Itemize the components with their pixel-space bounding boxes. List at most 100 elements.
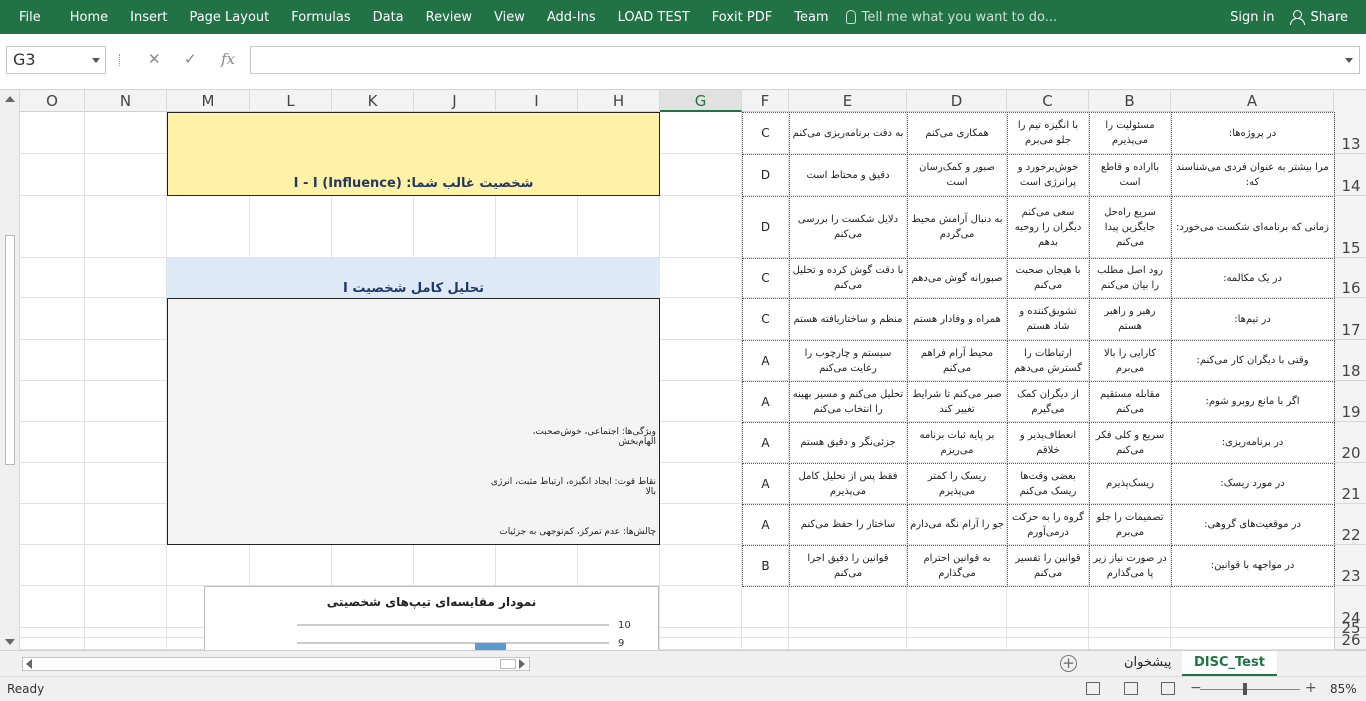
cell-b-16[interactable]: رود اصل مطلب را بیان می‌کنم <box>1089 258 1171 298</box>
tab-review[interactable]: Review <box>415 10 483 25</box>
cell-c-22[interactable]: گروه را به حرکت درمی‌آورم <box>1007 504 1089 545</box>
column-header-d[interactable]: D <box>907 90 1007 112</box>
tab-team[interactable]: Team <box>783 10 839 25</box>
cell-c-21[interactable]: بعضی وقت‌ها ریسک می‌کنم <box>1007 463 1089 504</box>
normal-view-icon[interactable] <box>1086 682 1100 695</box>
zoom-slider-knob[interactable] <box>1243 683 1247 695</box>
scroll-up-icon[interactable] <box>5 96 15 102</box>
page-break-view-icon[interactable] <box>1161 682 1175 695</box>
cell-f-15[interactable]: D <box>742 196 789 258</box>
row-header-14[interactable]: 14 <box>1335 154 1366 196</box>
cell-c-16[interactable]: با هیجان صحبت می‌کنم <box>1007 258 1089 298</box>
row-header-16[interactable]: 16 <box>1335 258 1366 298</box>
cell-e-16[interactable]: با دقت گوش کرده و تحلیل می‌کنم <box>789 258 907 298</box>
row-header-19[interactable]: 19 <box>1335 381 1366 422</box>
scroll-left-icon[interactable] <box>26 659 32 669</box>
cell-a-17[interactable]: در تیم‌ها: <box>1171 298 1334 340</box>
cell-b-13[interactable]: مسئولیت را می‌پذیرم <box>1089 112 1171 154</box>
cell-e-14[interactable]: دقیق و محتاط است <box>789 154 907 196</box>
cell-a-15[interactable]: زمانی که برنامه‌ای شکست می‌خورد: <box>1171 196 1334 258</box>
cell-a-18[interactable]: وقتی با دیگران کار می‌کنم: <box>1171 340 1334 381</box>
cell-d-21[interactable]: ریسک را کمتر می‌پذیرم <box>907 463 1007 504</box>
tab-view[interactable]: View <box>483 10 536 25</box>
sign-in-link[interactable]: Sign in <box>1220 10 1284 25</box>
cell-d-16[interactable]: صبورانه گوش می‌دهم <box>907 258 1007 298</box>
row-header-18[interactable]: 18 <box>1335 340 1366 381</box>
cell-a-23[interactable]: در مواجهه با قوانین: <box>1171 545 1334 586</box>
zoom-in-icon[interactable]: + <box>1305 680 1317 696</box>
cell-f-22[interactable]: A <box>742 504 789 545</box>
cell-a-19[interactable]: اگر با مانع روبرو شوم: <box>1171 381 1334 422</box>
cell-e-21[interactable]: فقط پس از تحلیل کامل می‌پذیرم <box>789 463 907 504</box>
column-header-n[interactable]: N <box>85 90 167 112</box>
scroll-right-icon[interactable] <box>519 659 525 669</box>
tab-file[interactable]: File <box>0 10 59 25</box>
column-header-j[interactable]: J <box>414 90 496 112</box>
cell-f-18[interactable]: A <box>742 340 789 381</box>
tab-load-test[interactable]: LOAD TEST <box>607 10 701 25</box>
row-header-20[interactable]: 20 <box>1335 422 1366 463</box>
tell-me-search[interactable]: Tell me what you want to do... <box>845 10 1057 25</box>
column-header-l[interactable]: L <box>250 90 332 112</box>
zoom-out-icon[interactable]: − <box>1190 680 1202 696</box>
column-header-m[interactable]: M <box>167 90 250 112</box>
cell-b-14[interactable]: بااراده و قاطع است <box>1089 154 1171 196</box>
cell-f-14[interactable]: D <box>742 154 789 196</box>
cell-b-22[interactable]: تصمیمات را جلو می‌برم <box>1089 504 1171 545</box>
column-header-b[interactable]: B <box>1089 90 1171 112</box>
expand-formula-icon[interactable] <box>1345 58 1353 63</box>
tab-home[interactable]: Home <box>59 10 119 25</box>
select-all-corner[interactable] <box>1334 90 1366 112</box>
cell-f-21[interactable]: A <box>742 463 789 504</box>
cell-d-14[interactable]: صبور و کمک‌رسان است <box>907 154 1007 196</box>
cell-d-18[interactable]: محیط آرام فراهم می‌کنم <box>907 340 1007 381</box>
cell-d-13[interactable]: همکاری می‌کنم <box>907 112 1007 154</box>
column-header-a[interactable]: A <box>1171 90 1334 112</box>
tab-formulas[interactable]: Formulas <box>280 10 361 25</box>
column-header-k[interactable]: K <box>332 90 414 112</box>
cell-f-23[interactable]: B <box>742 545 789 586</box>
cancel-icon[interactable]: ✕ <box>148 50 161 68</box>
sheet-tab-disc-test[interactable]: DISC_Test <box>1182 651 1277 676</box>
row-header-17[interactable]: 17 <box>1335 298 1366 340</box>
cell-e-19[interactable]: تحلیل می‌کنم و مسیر بهینه را انتخاب می‌ک… <box>789 381 907 422</box>
tab-insert[interactable]: Insert <box>119 10 178 25</box>
cell-a-21[interactable]: در مورد ریسک: <box>1171 463 1334 504</box>
cell-f-19[interactable]: A <box>742 381 789 422</box>
tab-add-ins[interactable]: Add-Ins <box>536 10 607 25</box>
tab-page-layout[interactable]: Page Layout <box>178 10 280 25</box>
cell-c-20[interactable]: انعطاف‌پذیر و خلاقم <box>1007 422 1089 463</box>
worksheet-grid[interactable]: ONMLKJIHGFEDCBA شخصیت غالب شما: (Influen… <box>0 90 1366 650</box>
cell-c-17[interactable]: تشویق‌کننده و شاد هستم <box>1007 298 1089 340</box>
cell-c-23[interactable]: قوانین را تفسیر می‌کنم <box>1007 545 1089 586</box>
row-header-22[interactable]: 22 <box>1335 504 1366 545</box>
zoom-level[interactable]: 85% <box>1330 682 1357 696</box>
cell-e-13[interactable]: به دقت برنامه‌ریزی می‌کنم <box>789 112 907 154</box>
new-sheet-button[interactable]: + <box>1060 655 1077 672</box>
cell-d-20[interactable]: بر پایه ثبات برنامه می‌ریزم <box>907 422 1007 463</box>
comparison-chart[interactable]: نمودار مقایسه‌ای تیپ‌های شخصیتی 10 9 <box>204 586 659 650</box>
cell-a-14[interactable]: مرا بیشتر به عنوان فردی می‌شناسند که: <box>1171 154 1334 196</box>
column-header-f[interactable]: F <box>742 90 789 112</box>
chevron-down-icon[interactable] <box>92 58 100 63</box>
scroll-thumb[interactable] <box>5 235 15 465</box>
cell-a-22[interactable]: در موقعیت‌های گروهی: <box>1171 504 1334 545</box>
dominant-personality-box[interactable]: شخصیت غالب شما: (Influence) I - I <box>167 112 660 196</box>
row-header-21[interactable]: 21 <box>1335 463 1366 504</box>
row-header-26[interactable]: 26 <box>1335 633 1366 650</box>
row-header-23[interactable]: 23 <box>1335 545 1366 586</box>
cell-b-21[interactable]: ریسک‌پذیرم <box>1089 463 1171 504</box>
formula-input[interactable] <box>250 46 1360 74</box>
cell-e-15[interactable]: دلایل شکست را بررسی می‌کنم <box>789 196 907 258</box>
cell-b-17[interactable]: رهبر و راهبر هستم <box>1089 298 1171 340</box>
cell-d-22[interactable]: جو را آرام نگه می‌دارم <box>907 504 1007 545</box>
row-header-15[interactable]: 15 <box>1335 196 1366 258</box>
row-header-13[interactable]: 13 <box>1335 112 1366 154</box>
vertical-scrollbar[interactable] <box>0 90 20 650</box>
tab-foxit-pdf[interactable]: Foxit PDF <box>701 10 783 25</box>
cell-e-18[interactable]: سیستم و چارچوب را رعایت می‌کنم <box>789 340 907 381</box>
cell-b-15[interactable]: سریع راه‌حل جایگزین پیدا می‌کنم <box>1089 196 1171 258</box>
cell-f-13[interactable]: C <box>742 112 789 154</box>
zoom-slider[interactable] <box>1200 689 1300 690</box>
scroll-down-icon[interactable] <box>5 639 15 645</box>
